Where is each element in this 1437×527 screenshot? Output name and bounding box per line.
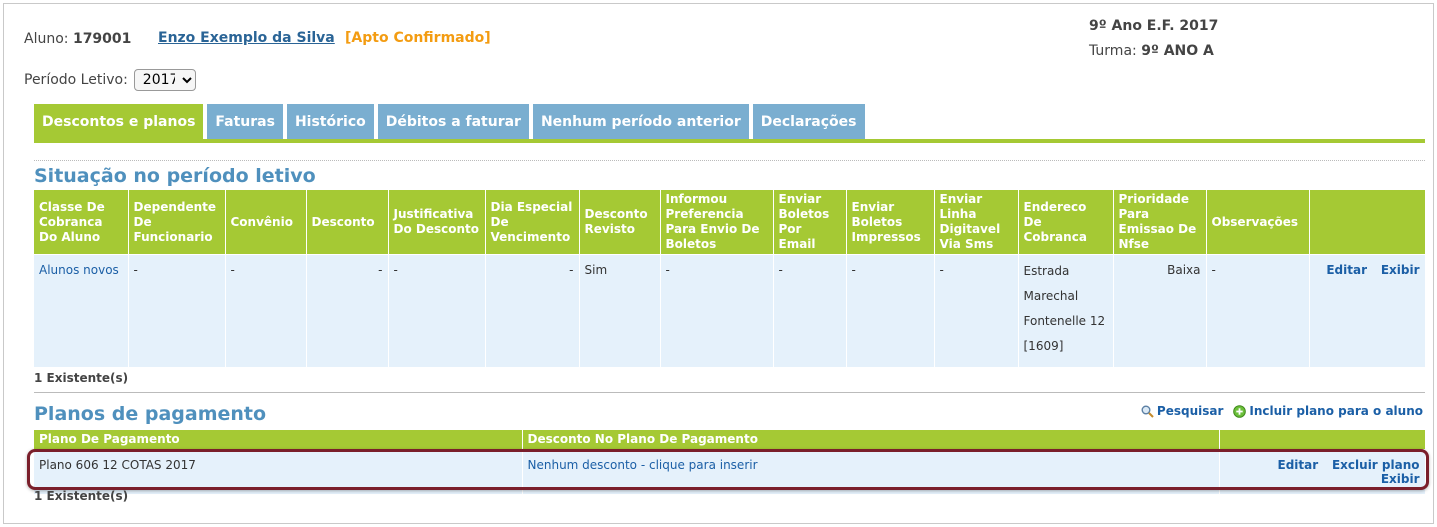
situacao-table: Classe De Cobranca Do Aluno Dependente D… (34, 190, 1426, 367)
add-plan-label: Incluir plano para o aluno (1249, 404, 1423, 418)
add-icon (1233, 404, 1247, 418)
view-link[interactable]: Exibir (1381, 263, 1420, 277)
delete-plan-link[interactable]: Excluir plano (1332, 458, 1420, 472)
cell-desconto-revisto: Sim (579, 254, 661, 367)
search-icon (1141, 405, 1154, 418)
col-endereco: Endereco De Cobranca (1018, 190, 1114, 255)
col-plano-actions (1219, 430, 1426, 450)
cell-plano-actions: Editar Excluir plano Exibir (1219, 449, 1426, 494)
endereco-line-1: Estrada (1023, 264, 1070, 278)
planos-toolbar: Pesquisar Incluir plano para o aluno (1141, 404, 1423, 418)
cell-informou: - (660, 254, 774, 367)
col-classe: Classe De Cobranca Do Aluno (34, 190, 129, 255)
status-badge: [Apto Confirmado] (345, 30, 491, 46)
tab-declaracoes[interactable]: Declarações (752, 104, 865, 139)
col-informou: Informou Preferencia Para Envio De Bolet… (660, 190, 774, 255)
aluno-label: Aluno: (24, 31, 69, 47)
tab-historico[interactable]: Histórico (286, 104, 374, 139)
situacao-header-row: Classe De Cobranca Do Aluno Dependente D… (34, 190, 1426, 255)
situacao-title: Situação no período letivo (34, 165, 316, 187)
col-actions (1309, 190, 1426, 255)
col-justificativa: Justificativa Do Desconto (388, 190, 486, 255)
tab-debitos-a-faturar[interactable]: Débitos a faturar (377, 104, 529, 139)
cell-observacoes: - (1206, 254, 1310, 367)
col-observacoes: Observações (1206, 190, 1310, 255)
cell-dependente: - (128, 254, 226, 367)
situacao-count: 1 Existente(s) (34, 371, 129, 385)
col-dependente: Dependente De Funcionario (128, 190, 226, 255)
planos-header-row: Plano De Pagamento Desconto No Plano De … (34, 430, 1426, 450)
tab-bar: Descontos e planos Faturas Histórico Déb… (34, 104, 865, 139)
grade-label: 9º Ano E.F. 2017 (1089, 18, 1219, 34)
student-id: 179001 (72, 31, 132, 47)
cell-plano: Plano 606 12 COTAS 2017 (34, 449, 523, 494)
endereco-line-4: [1609] (1023, 339, 1064, 353)
endereco-line-3: Fontenelle 12 (1023, 314, 1106, 328)
cell-convenio: - (225, 254, 307, 367)
col-desconto-revisto: Desconto Revisto (579, 190, 661, 255)
tab-faturas[interactable]: Faturas (207, 104, 283, 139)
turma-line: Turma: 9º ANO A (1089, 43, 1214, 59)
cell-desconto: - (306, 254, 389, 367)
col-plano: Plano De Pagamento (34, 430, 523, 450)
search-label: Pesquisar (1156, 404, 1224, 418)
col-email: Enviar Boletos Por Email (773, 190, 847, 255)
divider (34, 392, 1425, 393)
cell-actions: Editar Exibir (1309, 254, 1426, 367)
col-prioridade: Prioridade Para Emissao De Nfse (1113, 190, 1207, 255)
cell-email: - (773, 254, 847, 367)
cell-impressos: - (846, 254, 935, 367)
turma-label: Turma: (1089, 43, 1137, 59)
planos-count: 1 Existente(s) (34, 489, 129, 503)
table-row: Plano 606 12 COTAS 2017 Nenhum desconto … (34, 449, 1426, 494)
col-desconto-plano: Desconto No Plano De Pagamento (522, 430, 1220, 450)
desconto-insert-link[interactable]: Nenhum desconto - clique para inserir (528, 458, 758, 472)
classe-link[interactable]: Alunos novos (39, 263, 119, 277)
cell-endereco: Estrada Marechal Fontenelle 12 [1609] (1018, 254, 1114, 367)
col-convenio: Convênio (225, 190, 307, 255)
tab-underline (34, 139, 1425, 143)
col-sms: Enviar Linha Digitavel Via Sms (934, 190, 1019, 255)
cell-prioridade: Baixa (1113, 254, 1207, 367)
period-select[interactable]: 2017 (133, 69, 196, 91)
table-row: Alunos novos - - - - - Sim - - - - Estra… (34, 254, 1426, 367)
cell-dia-especial: - (485, 254, 580, 367)
edit-link[interactable]: Editar (1326, 263, 1367, 277)
add-plan-action[interactable]: Incluir plano para o aluno (1233, 404, 1423, 418)
cell-justificativa: - (388, 254, 486, 367)
search-action[interactable]: Pesquisar (1141, 404, 1223, 418)
period-label: Período Letivo: (24, 72, 128, 88)
divider (34, 160, 1425, 161)
edit-plan-link[interactable]: Editar (1278, 458, 1319, 472)
tab-descontos-planos[interactable]: Descontos e planos (34, 104, 204, 139)
student-name-link[interactable]: Enzo Exemplo da Silva (158, 30, 335, 46)
view-plan-link[interactable]: Exibir (1381, 472, 1420, 486)
col-desconto: Desconto (306, 190, 389, 255)
planos-table: Plano De Pagamento Desconto No Plano De … (34, 430, 1426, 494)
tab-nenhum-periodo-anterior[interactable]: Nenhum período anterior (532, 104, 749, 139)
turma-value: 9º ANO A (1141, 43, 1214, 59)
period-row: Período Letivo: 2017 (24, 69, 196, 91)
cell-sms: - (934, 254, 1019, 367)
planos-title: Planos de pagamento (34, 403, 267, 425)
col-impressos: Enviar Boletos Impressos (846, 190, 935, 255)
endereco-line-2: Marechal (1023, 289, 1079, 303)
col-dia-especial: Dia Especial De Vencimento (485, 190, 580, 255)
student-header: Aluno: 179001 (24, 31, 131, 47)
